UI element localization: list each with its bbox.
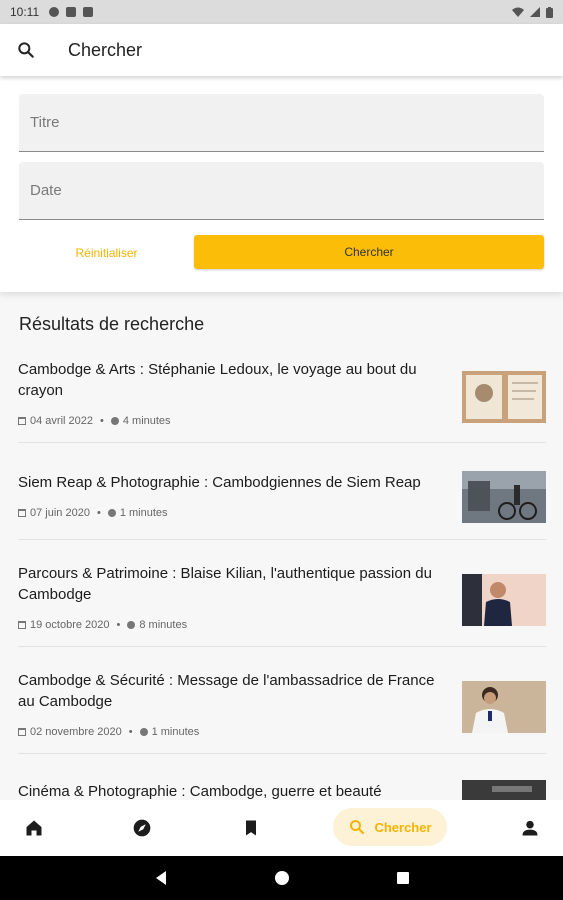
- storage-icon: [83, 7, 94, 17]
- result-thumbnail[interactable]: [462, 574, 546, 626]
- search-icon[interactable]: [16, 40, 36, 60]
- result-duration: 1 minutes: [119, 507, 168, 519]
- calendar-icon: [18, 417, 26, 425]
- result-meta: 02 novembre 2020 • 1 minutes: [18, 726, 199, 738]
- result-date: 04 avril 2022: [30, 415, 93, 427]
- result-thumbnail[interactable]: [462, 681, 546, 733]
- clock-icon: [110, 417, 119, 425]
- signal-icon: [530, 7, 540, 17]
- clock-icon: [127, 621, 136, 629]
- divider: [18, 753, 546, 754]
- search-form: Titre Date Réinitialiser Chercher: [0, 76, 563, 292]
- calendar-icon: [18, 621, 26, 629]
- result-duration: 4 minutes: [122, 415, 171, 427]
- separator-dot: •: [100, 415, 104, 427]
- status-time: 10:11: [10, 5, 40, 19]
- wifi-icon: [512, 7, 524, 17]
- calendar-icon: [18, 509, 26, 517]
- bookmark-icon[interactable]: [241, 818, 261, 838]
- home-circle-icon[interactable]: [274, 870, 290, 886]
- calendar-icon: [18, 728, 26, 736]
- system-navigation-bar: [0, 856, 563, 900]
- divider: [18, 646, 546, 647]
- result-meta: 19 octobre 2020 • 8 minutes: [18, 619, 187, 631]
- date-field[interactable]: Date: [19, 162, 544, 220]
- separator-dot: •: [116, 619, 121, 631]
- bottom-navigation: Chercher: [0, 800, 563, 856]
- back-icon[interactable]: [153, 870, 169, 886]
- recents-icon[interactable]: [395, 870, 411, 886]
- result-thumbnail[interactable]: [462, 471, 546, 523]
- result-thumbnail[interactable]: [462, 371, 546, 423]
- result-title[interactable]: Cambodge & Sécurité : Message de l'ambas…: [18, 670, 448, 712]
- page-title: Chercher: [68, 39, 143, 60]
- result-thumbnail[interactable]: [462, 780, 546, 800]
- divider: [18, 442, 546, 443]
- result-date: 02 novembre 2020: [30, 726, 122, 738]
- result-title[interactable]: Parcours & Patrimoine : Blaise Kilian, l…: [18, 563, 448, 605]
- nav-item-search-label: Chercher: [374, 819, 432, 835]
- reset-button[interactable]: Réinitialiser: [19, 236, 194, 270]
- result-date: 07 juin 2020: [30, 507, 90, 519]
- notification-icon: [49, 7, 60, 17]
- clock-icon: [107, 509, 116, 517]
- sim-icon: [66, 7, 77, 17]
- title-field[interactable]: Titre: [19, 94, 544, 152]
- results-heading: Résultats de recherche: [19, 314, 205, 334]
- battery-icon: [546, 6, 553, 18]
- status-bar: 10:11: [0, 0, 563, 24]
- home-icon[interactable]: [24, 818, 44, 838]
- title-field-placeholder: Titre: [30, 114, 60, 131]
- separator-dot: •: [96, 507, 101, 519]
- nav-item-search[interactable]: Chercher: [333, 808, 447, 846]
- clock-icon: [139, 728, 148, 736]
- result-title[interactable]: Siem Reap & Photographie : Cambodgiennes…: [18, 472, 448, 493]
- date-field-placeholder: Date: [30, 182, 62, 199]
- result-duration: 1 minutes: [151, 726, 200, 738]
- result-title[interactable]: Cinéma & Photographie : Cambodge, guerre…: [18, 781, 448, 802]
- result-meta: 04 avril 2022 • 4 minutes: [18, 415, 171, 427]
- compass-icon[interactable]: [132, 818, 152, 838]
- result-meta: 07 juin 2020 • 1 minutes: [18, 507, 168, 519]
- search-icon: [350, 820, 365, 835]
- result-duration: 8 minutes: [139, 619, 188, 631]
- top-app-bar: Chercher: [0, 24, 563, 76]
- separator-dot: •: [128, 726, 133, 738]
- result-title[interactable]: Cambodge & Arts : Stéphanie Ledoux, le v…: [18, 359, 448, 401]
- person-icon[interactable]: [520, 818, 540, 838]
- result-date: 19 octobre 2020: [30, 619, 110, 631]
- divider: [18, 539, 546, 540]
- search-button[interactable]: Chercher: [194, 235, 544, 269]
